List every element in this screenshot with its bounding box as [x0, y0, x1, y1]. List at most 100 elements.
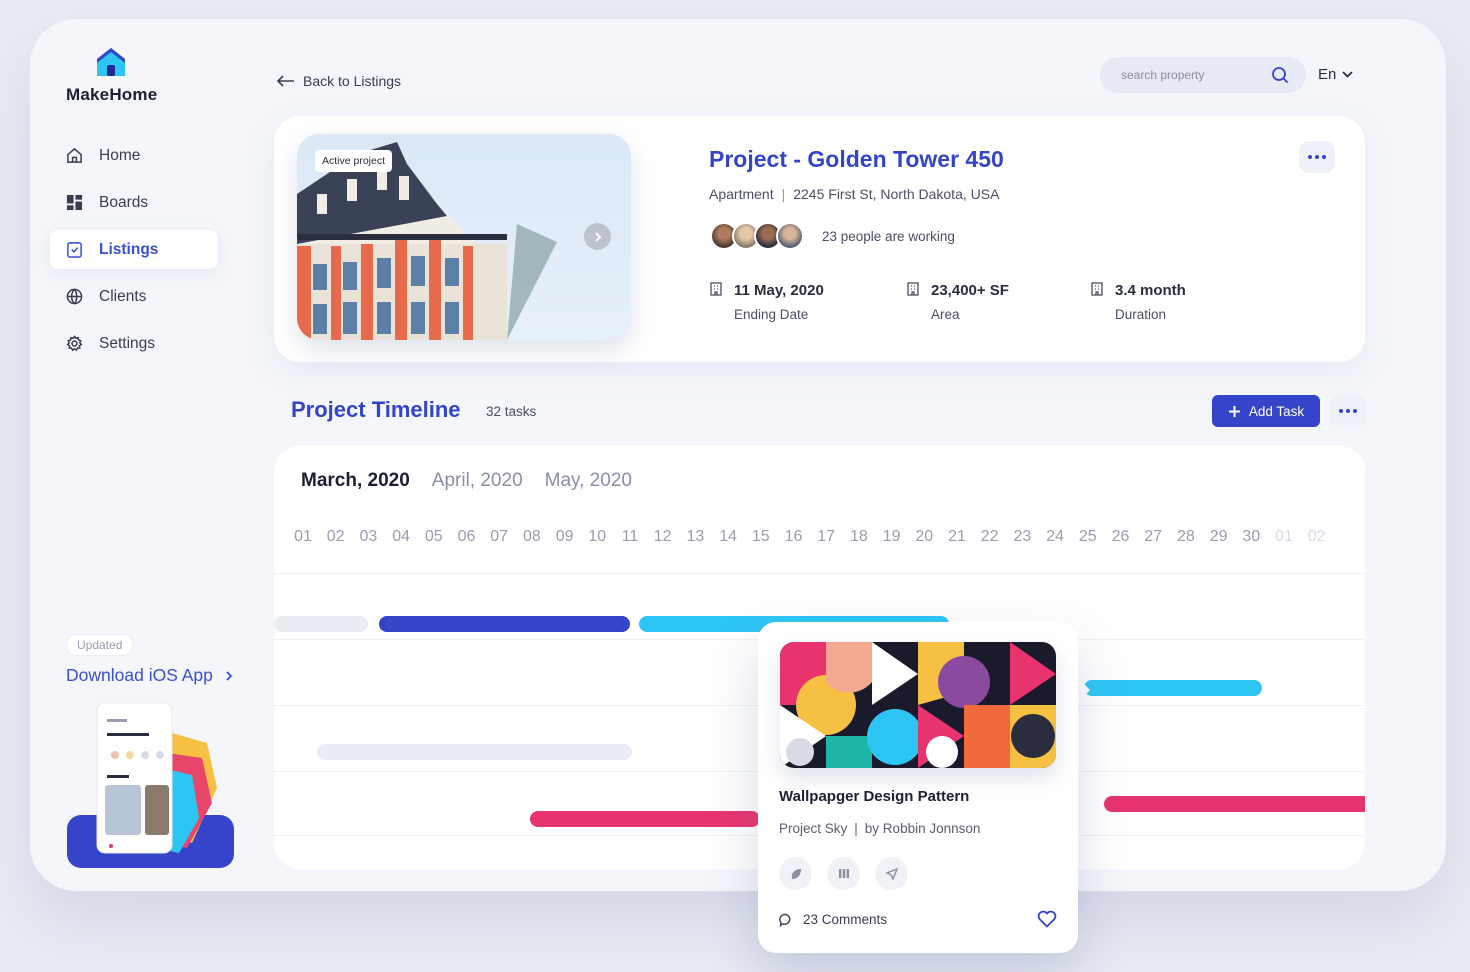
day-label: 28: [1176, 528, 1195, 545]
task-bar[interactable]: [379, 616, 630, 632]
stat-value: 3.4 month: [1115, 282, 1186, 299]
logo[interactable]: MakeHome: [66, 45, 157, 105]
comment-icon: [779, 913, 791, 927]
day-label: 03: [359, 528, 378, 545]
comments-label: 23 Comments: [803, 912, 888, 927]
project-more-button[interactable]: [1299, 141, 1335, 173]
house-logo-icon: [94, 45, 128, 79]
sidebar-item-label: Clients: [99, 287, 147, 305]
chevron-down-icon: [1342, 71, 1353, 78]
chevron-right-icon: [226, 670, 233, 681]
month-tabs: March, 2020 April, 2020 May, 2020: [301, 470, 632, 492]
search-input[interactable]: [1121, 68, 1271, 82]
stat-value: 23,400+ SF: [931, 282, 1009, 299]
task-actions: [779, 857, 908, 890]
divider: [274, 573, 1365, 574]
grid-icon: [66, 194, 83, 211]
task-title: Wallpapger Design Pattern: [779, 788, 970, 805]
add-task-label: Add Task: [1248, 403, 1305, 419]
day-label: 21: [948, 528, 966, 545]
sidebar-item-settings[interactable]: Settings: [50, 324, 218, 363]
columns-button[interactable]: [827, 857, 860, 890]
day-label: 08: [522, 528, 541, 545]
sidebar-item-label: Listings: [99, 240, 159, 258]
task-bar[interactable]: [1084, 680, 1262, 696]
task-bar[interactable]: [530, 811, 760, 827]
sidebar-item-clients[interactable]: Clients: [50, 277, 218, 316]
dot: [1308, 155, 1312, 159]
day-label: 18: [849, 528, 868, 545]
day-label: 01: [1275, 528, 1293, 545]
tab-april[interactable]: April, 2020: [432, 470, 523, 492]
columns-icon: [838, 869, 849, 878]
heart-icon[interactable]: [1037, 910, 1057, 928]
sidebar-item-home[interactable]: Home: [50, 136, 218, 175]
day-label: 20: [915, 528, 934, 545]
day-label: 12: [653, 528, 672, 545]
task-image[interactable]: [780, 642, 1056, 768]
day-label: 04: [392, 528, 410, 545]
day-label: 15: [751, 528, 770, 545]
send-icon: [885, 867, 898, 880]
stat-label: Duration: [1115, 307, 1167, 322]
language-label: En: [1318, 66, 1337, 83]
active-project-badge: Active project: [315, 150, 393, 172]
day-label: 06: [457, 528, 476, 545]
back-label: Back to Listings: [303, 73, 402, 89]
task-bar[interactable]: [317, 744, 632, 760]
day-label: 02: [326, 528, 345, 545]
task-bar[interactable]: [274, 616, 368, 632]
timeline-more-button[interactable]: [1330, 395, 1366, 427]
day-label: 26: [1111, 528, 1130, 545]
tab-march[interactable]: March, 2020: [301, 470, 410, 492]
add-task-button[interactable]: Add Task: [1212, 395, 1320, 427]
photo-next-button[interactable]: [584, 223, 611, 250]
day-label: 10: [588, 528, 607, 545]
avatar: [776, 222, 804, 250]
day-label: 02: [1307, 528, 1326, 545]
day-label: 25: [1078, 528, 1097, 545]
timeline-title: Project Timeline: [291, 397, 461, 422]
chevron-right-icon: [594, 231, 601, 242]
sidebar-item-listings[interactable]: Listings: [50, 230, 218, 269]
building-icon: [907, 282, 919, 296]
stat-ending-date: 11 May, 2020 Ending Date: [710, 282, 824, 322]
download-ios-link[interactable]: Download iOS App: [66, 665, 233, 686]
sidebar-item-label: Settings: [99, 334, 156, 352]
day-label: 01: [294, 528, 312, 545]
day-label: 14: [719, 528, 737, 545]
day-label: 13: [686, 528, 705, 545]
team-avatars[interactable]: [710, 222, 804, 250]
home-icon: [67, 147, 82, 163]
search-icon[interactable]: [1271, 66, 1289, 84]
dot: [1346, 409, 1350, 413]
send-button[interactable]: [875, 857, 908, 890]
stat-area: 23,400+ SF Area: [907, 282, 1009, 322]
dot: [1322, 155, 1326, 159]
sidebar-item-boards[interactable]: Boards: [50, 183, 218, 222]
back-to-listings-link[interactable]: Back to Listings: [277, 73, 401, 89]
day-label: 27: [1144, 528, 1163, 545]
dot: [1353, 409, 1357, 413]
plus-icon: [1228, 405, 1240, 417]
project-type: Apartment: [709, 186, 774, 202]
day-label: 17: [817, 528, 836, 545]
comments-link[interactable]: 23 Comments: [779, 912, 887, 927]
language-select[interactable]: En: [1318, 66, 1353, 83]
task-count: 32 tasks: [486, 404, 537, 419]
task-project: Project Sky: [779, 821, 848, 836]
stat-label: Ending Date: [734, 307, 809, 322]
project-subtitle: Apartment | 2245 First St, North Dakota, U…: [709, 186, 1000, 202]
sidebar-nav: Home Boards Listings Clients Settings: [50, 136, 218, 371]
day-axis: 01 02 03 04 05 06 07 08 09 10 11 12 13 14 15 16 17 18 19 20…: [294, 528, 1365, 548]
leaf-button[interactable]: [779, 857, 812, 890]
day-label: 16: [784, 528, 803, 545]
project-card: Active project Project - Golden Tower 45…: [274, 116, 1365, 362]
day-label: 11: [621, 528, 639, 545]
task-bar[interactable]: [1104, 796, 1365, 812]
arrow-left-icon: [277, 75, 294, 87]
project-photo[interactable]: Active project: [297, 134, 631, 340]
tab-may[interactable]: May, 2020: [545, 470, 632, 492]
popup-pointer: [1076, 676, 1090, 704]
project-address: 2245 First St, North Dakota, USA: [793, 186, 1000, 202]
